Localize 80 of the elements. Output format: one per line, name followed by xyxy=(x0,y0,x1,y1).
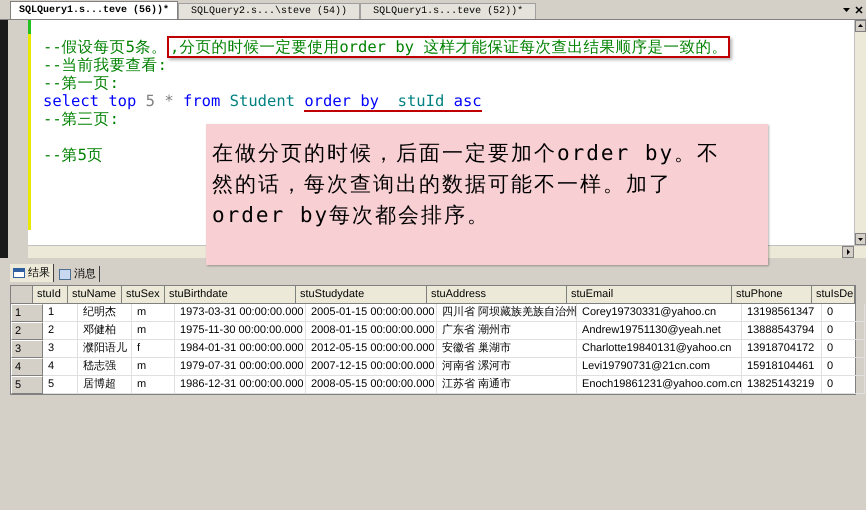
close-icon[interactable] xyxy=(855,6,863,14)
table-cell: 江苏省 南通市 xyxy=(437,376,577,394)
table-cell: m xyxy=(132,304,175,322)
document-tab[interactable]: SQLQuery1.s...teve (52))* xyxy=(360,3,536,19)
table-cell: Enoch19861231@yahoo.com.cn xyxy=(577,376,742,394)
table-cell: 1986-12-31 00:00:00.000 xyxy=(175,376,306,394)
table-cell: m xyxy=(132,358,175,376)
message-icon xyxy=(59,268,71,280)
grid-corner[interactable] xyxy=(11,286,33,304)
scroll-up-button[interactable] xyxy=(855,20,866,32)
table-cell: 0 xyxy=(822,304,865,322)
table-cell: 邓健柏 xyxy=(78,322,132,340)
result-tab[interactable]: 消息 xyxy=(56,266,100,282)
scroll-right-button[interactable] xyxy=(842,246,854,258)
table-cell: 河南省 漯河市 xyxy=(437,358,577,376)
table-cell: 安徽省 巢湖市 xyxy=(437,340,577,358)
table-cell: 13198561347 xyxy=(742,304,822,322)
table-cell: 2007-12-15 00:00:00.000 xyxy=(306,358,437,376)
row-header[interactable]: 1 xyxy=(11,304,43,322)
annotation-box: ,分页的时候一定要使用order by 这样才能保证每次查出结果顺序是一致的。 xyxy=(167,36,730,58)
document-tab[interactable]: SQLQuery1.s...teve (56))* xyxy=(10,1,178,19)
dropdown-icon[interactable] xyxy=(843,8,850,12)
table-cell: 2012-05-15 00:00:00.000 xyxy=(306,340,437,358)
table-cell: 4 xyxy=(43,358,78,376)
column-header[interactable]: stuSex xyxy=(122,286,165,304)
column-header[interactable]: stuId xyxy=(33,286,68,304)
row-header[interactable]: 2 xyxy=(11,322,43,340)
table-cell: 0 xyxy=(822,358,865,376)
row-header[interactable]: 4 xyxy=(11,358,43,376)
table-cell: 1 xyxy=(43,304,78,322)
code-comment: --假设每页5条。 xyxy=(43,38,167,56)
code-line: --第一页: xyxy=(43,74,119,92)
code-line: --第5页 xyxy=(43,146,103,164)
table-cell: Charlotte19840131@yahoo.cn xyxy=(577,340,742,358)
table-cell: 嵇志强 xyxy=(78,358,132,376)
code-line: --当前我要查看: xyxy=(43,56,167,74)
table-cell: Levi19790731@21cn.com xyxy=(577,358,742,376)
table-cell: 四川省 阿坝藏族羌族自治州 xyxy=(437,304,577,322)
table-cell: f xyxy=(132,340,175,358)
table-cell: Andrew19751130@yeah.net xyxy=(577,322,742,340)
table-cell: 1975-11-30 00:00:00.000 xyxy=(175,322,306,340)
table-cell: 2005-01-15 00:00:00.000 xyxy=(306,304,437,322)
document-tab[interactable]: SQLQuery2.s...\steve (54)) xyxy=(178,3,360,19)
table-cell: 濮阳语儿 xyxy=(78,340,132,358)
table-cell: 13825143219 xyxy=(742,376,822,394)
row-header[interactable]: 3 xyxy=(11,340,43,358)
table-cell: 13888543794 xyxy=(742,322,822,340)
table-cell: 3 xyxy=(43,340,78,358)
table-cell: 2008-01-15 00:00:00.000 xyxy=(306,322,437,340)
table-cell: m xyxy=(132,376,175,394)
code-line: --第三页: xyxy=(43,110,119,128)
column-header[interactable]: stuName xyxy=(68,286,122,304)
table-cell: 0 xyxy=(822,322,865,340)
column-header[interactable]: stuAddress xyxy=(427,286,567,304)
code-line: select top 5 * from Student order by stuId asc xyxy=(43,92,482,110)
column-header[interactable]: stuIsDel xyxy=(812,286,855,304)
table-cell: 0 xyxy=(822,340,865,358)
row-header[interactable]: 5 xyxy=(11,376,43,394)
scroll-down-button[interactable] xyxy=(855,233,866,245)
table-cell: 2008-05-15 00:00:00.000 xyxy=(306,376,437,394)
table-cell: 13918704172 xyxy=(742,340,822,358)
column-header[interactable]: stuBirthdate xyxy=(165,286,296,304)
table-cell: Corey19730331@yahoo.cn xyxy=(577,304,742,322)
grid-icon xyxy=(13,268,25,278)
table-cell: 广东省 潮州市 xyxy=(437,322,577,340)
table-cell: m xyxy=(132,322,175,340)
table-cell: 15918104461 xyxy=(742,358,822,376)
table-cell: 纪明杰 xyxy=(78,304,132,322)
table-cell: 居博超 xyxy=(78,376,132,394)
table-cell: 1979-07-31 00:00:00.000 xyxy=(175,358,306,376)
column-header[interactable]: stuPhone xyxy=(732,286,812,304)
column-header[interactable]: stuEmail xyxy=(567,286,732,304)
result-tab[interactable]: 结果 xyxy=(10,264,54,282)
table-cell: 1973-03-31 00:00:00.000 xyxy=(175,304,306,322)
table-cell: 2 xyxy=(43,322,78,340)
table-cell: 0 xyxy=(822,376,865,394)
callout-note: 在做分页的时候，后面一定要加个order by。不然的话，每次查询出的数据可能不一样。加了order by每次都会排序。 xyxy=(206,124,768,265)
table-cell: 1984-01-31 00:00:00.000 xyxy=(175,340,306,358)
table-cell: 5 xyxy=(43,376,78,394)
column-header[interactable]: stuStudydate xyxy=(296,286,427,304)
